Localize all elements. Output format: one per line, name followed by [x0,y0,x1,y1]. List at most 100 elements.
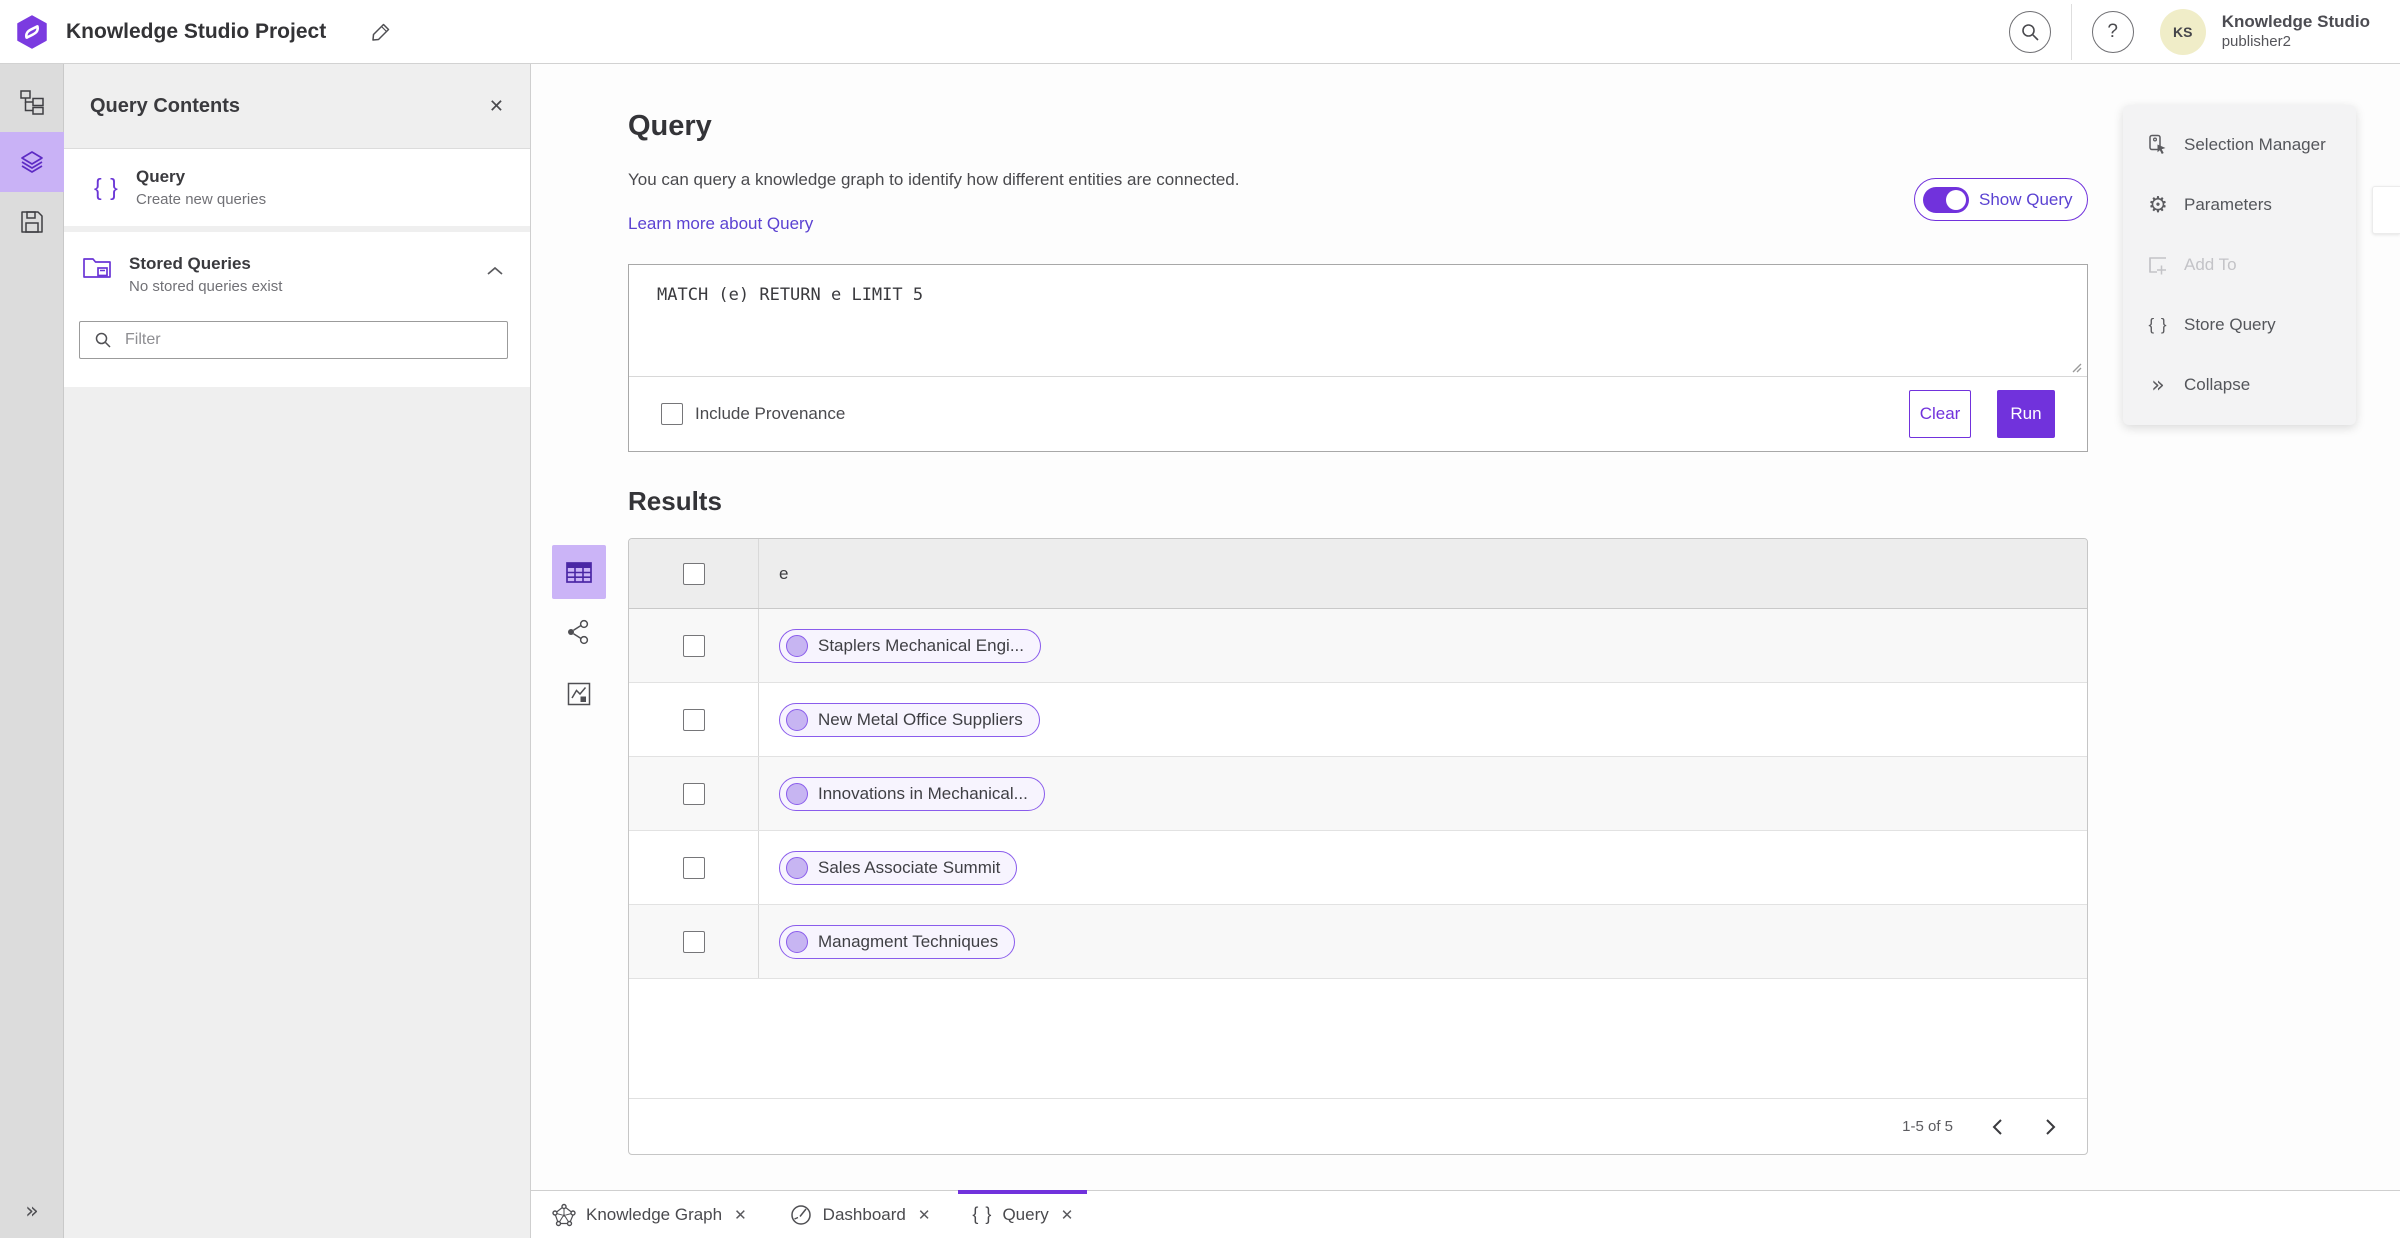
double-chevron-right-icon: » [2151,372,2165,398]
collapsed-panel-handle[interactable] [2372,186,2400,234]
filter-search-icon [95,332,111,348]
menu-label: Collapse [2184,375,2251,394]
select-all-checkbox[interactable] [682,562,705,585]
row-checkbox[interactable] [682,782,705,805]
app-sidebar: » [0,64,64,1238]
menu-label: Store Query [2184,315,2276,334]
panel-close-button[interactable]: ✕ [489,96,504,117]
next-page-button[interactable] [2033,1109,2069,1145]
row-checkbox-cell [629,609,759,682]
tab-close-icon[interactable]: ✕ [1061,1206,1074,1224]
view-tab-bar: Knowledge Graph ✕ Dashboard ✕ { } Query … [531,1190,2400,1238]
row-entity-cell: Staplers Mechanical Engi... [759,609,2087,682]
entity-chip[interactable]: New Metal Office Suppliers [779,702,1040,737]
menu-label: Add To [2184,255,2237,274]
query-tools-menu: Selection Manager ⚙ Parameters Add To {… [2123,105,2356,425]
entity-node-icon [786,856,808,879]
row-entity-cell: Innovations in Mechanical... [759,757,2087,830]
table-view-button[interactable] [552,545,606,599]
panel-item-title: Query [136,167,186,186]
filter-field [79,321,508,359]
stored-queries-header[interactable]: Stored Queries No stored queries exist [64,254,530,295]
tab-knowledge-graph[interactable]: Knowledge Graph ✕ [538,1191,761,1238]
table-row: Managment Techniques [629,905,2087,979]
row-checkbox[interactable] [682,856,705,879]
include-provenance-label: Include Provenance [695,404,846,423]
menu-item-collapse[interactable]: » Collapse [2123,355,2356,415]
user-name: publisher2 [2221,32,2291,50]
stored-queries-texts: Stored Queries No stored queries exist [129,254,282,295]
edit-title-button[interactable] [370,21,392,43]
panel-title: Query Contents [90,94,241,117]
project-title: Knowledge Studio Project [66,19,327,43]
menu-item-store-query[interactable]: { } Store Query [2123,295,2356,355]
row-checkbox-cell [629,757,759,830]
table-icon [566,562,592,583]
search-button[interactable] [2008,10,2051,53]
user-avatar[interactable]: KS [2159,8,2206,55]
panel-header: Query Contents ✕ [64,64,530,149]
tab-dashboard[interactable]: Dashboard ✕ [775,1191,945,1238]
entity-node-icon [786,930,808,953]
pagination-range: 1-5 of 5 [1902,1118,1953,1135]
user-info[interactable]: Knowledge Studio publisher2 [2222,12,2370,50]
menu-item-parameters[interactable]: ⚙ Parameters [2123,175,2356,235]
table-row: Staplers Mechanical Engi... [629,609,2087,683]
tab-label: Query [1002,1204,1049,1224]
stored-queries-group: Stored Queries No stored queries exist [64,232,530,387]
resize-grip-icon[interactable] [2070,361,2082,373]
menu-item-selection-manager[interactable]: Selection Manager [2123,115,2356,175]
dashboard-icon [790,1204,811,1225]
link-chart-view-button[interactable] [562,615,596,649]
results-table: e Staplers Mechanical Engi... New Metal … [628,538,2088,1155]
toggle-knob [1946,189,1966,210]
row-entity-cell: Managment Techniques [759,905,2087,978]
tab-close-icon[interactable]: ✕ [918,1206,931,1224]
gear-icon: ⚙ [2148,192,2168,218]
braces-icon: { } [94,174,119,200]
row-checkbox-cell [629,683,759,756]
toggle-switch-on[interactable] [1923,186,1969,213]
sidebar-item-data-model[interactable] [0,72,64,132]
chart-view-button[interactable] [562,677,596,711]
row-checkbox-cell [629,831,759,904]
panel-item-query[interactable]: { } Query Create new queries [64,149,530,226]
sidebar-expand-button[interactable]: » [0,1199,64,1224]
sidebar-item-save[interactable] [0,192,64,252]
entity-chip[interactable]: Staplers Mechanical Engi... [779,628,1041,663]
link-chart-icon [568,619,589,645]
column-header-e: e [779,563,789,583]
row-checkbox[interactable] [682,930,705,953]
toggle-label: Show Query [1979,189,2073,209]
include-provenance-checkbox[interactable] [661,403,683,425]
results-heading: Results [628,486,722,516]
knowledge-studio-app: Knowledge Studio Project ? KS Knowledge … [0,0,2400,1238]
filter-input[interactable] [125,331,507,349]
show-query-toggle[interactable]: Show Query [1914,178,2088,221]
help-button[interactable]: ? [2091,10,2134,53]
panel-item-subtitle: Create new queries [136,191,267,208]
close-icon: ✕ [488,95,504,116]
tab-close-icon[interactable]: ✕ [734,1206,747,1224]
entity-chip[interactable]: Innovations in Mechanical... [779,776,1045,811]
tab-query[interactable]: { } Query ✕ [958,1190,1088,1238]
previous-page-button[interactable] [1979,1109,2015,1145]
entity-chip[interactable]: Sales Associate Summit [779,850,1018,885]
query-description: You can query a knowledge graph to ident… [628,170,1240,189]
learn-more-link[interactable]: Learn more about Query [628,214,813,234]
table-header-row: e [629,539,2087,609]
collapse-group-button[interactable] [486,254,504,279]
query-actions-row: Include Provenance Clear Run [629,377,2087,451]
entity-chip[interactable]: Managment Techniques [779,924,1016,959]
topbar-divider [2070,3,2072,60]
row-checkbox[interactable] [682,708,705,731]
tab-label: Dashboard [822,1204,906,1224]
row-checkbox[interactable] [682,634,705,657]
sidebar-item-layers[interactable] [0,132,64,192]
clear-button[interactable]: Clear [1909,390,1971,438]
run-button[interactable]: Run [1997,390,2055,438]
query-text-input[interactable]: MATCH (e) RETURN e LIMIT 5 [629,265,2087,377]
query-editor-box: MATCH (e) RETURN e LIMIT 5 Include Prove… [628,264,2088,452]
entity-label: New Metal Office Suppliers [818,709,1023,729]
row-entity-cell: Sales Associate Summit [759,831,2087,904]
